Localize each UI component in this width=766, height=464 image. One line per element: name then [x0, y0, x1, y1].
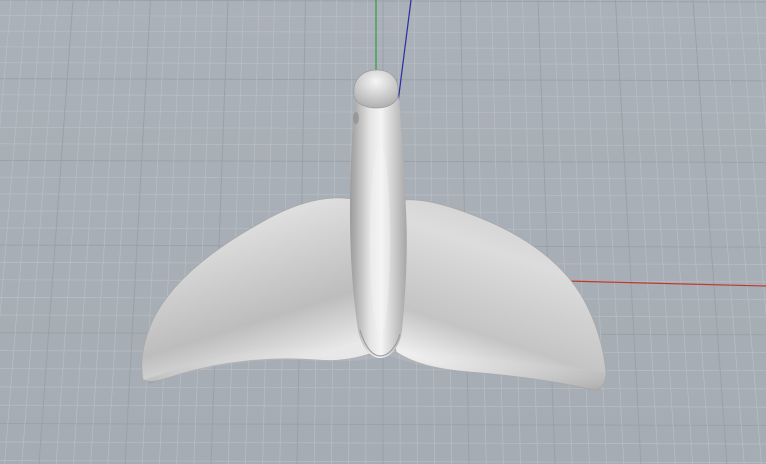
bail-loop[interactable] [353, 69, 399, 109]
bail-loop-hole [353, 112, 359, 124]
3d-viewport[interactable] [0, 0, 766, 464]
viewport-canvas[interactable] [0, 0, 766, 464]
stem-central-ridge-highlight [370, 145, 390, 335]
